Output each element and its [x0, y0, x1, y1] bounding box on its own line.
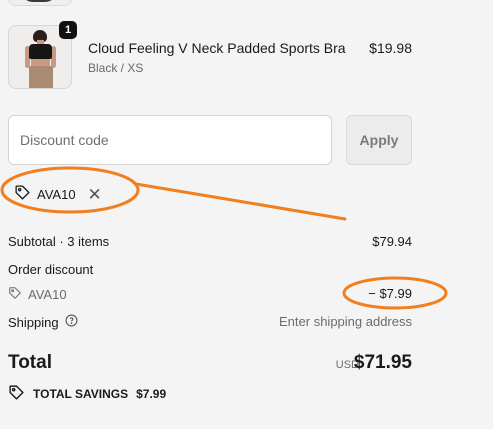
product-variant: Black / XS: [88, 61, 144, 75]
total-label: Total: [8, 352, 52, 373]
savings-value: $7.99: [136, 387, 167, 401]
discount-value: − $7.99: [368, 286, 412, 301]
apply-discount-button[interactable]: Apply: [346, 115, 412, 165]
tag-icon: [8, 286, 22, 303]
quantity-badge: 1: [59, 21, 77, 39]
annotation-line: [134, 182, 347, 221]
savings-label: TOTAL SAVINGS: [33, 387, 129, 401]
discount-code-row: AVA10: [8, 286, 67, 303]
previous-item-thumbnail: [8, 0, 72, 6]
product-price: $19.98: [369, 40, 412, 56]
shipping-row: Shipping: [8, 314, 78, 330]
product-name: Cloud Feeling V Neck Padded Sports Bra: [88, 40, 346, 56]
order-discount-label: Order discount: [8, 262, 94, 277]
total-savings: TOTAL SAVINGS $7.99: [8, 384, 166, 404]
subtotal-label: Subtotal · 3 items: [8, 234, 110, 249]
shipping-value: Enter shipping address: [279, 314, 412, 329]
shipping-label: Shipping: [8, 314, 59, 330]
annotation-overlay: [0, 166, 448, 310]
tag-icon: [8, 384, 25, 404]
help-circle-icon[interactable]: [65, 314, 78, 330]
close-icon[interactable]: ✕: [88, 186, 102, 203]
discount-code-input[interactable]: [8, 115, 332, 165]
subtotal-value: $79.94: [372, 234, 412, 249]
applied-discount-chip: AVA10 ✕: [14, 182, 102, 206]
applied-discount-code: AVA10: [37, 186, 76, 202]
discount-code-text: AVA10: [28, 287, 67, 302]
total-value: $71.95: [353, 352, 412, 373]
tag-icon: [14, 184, 31, 204]
